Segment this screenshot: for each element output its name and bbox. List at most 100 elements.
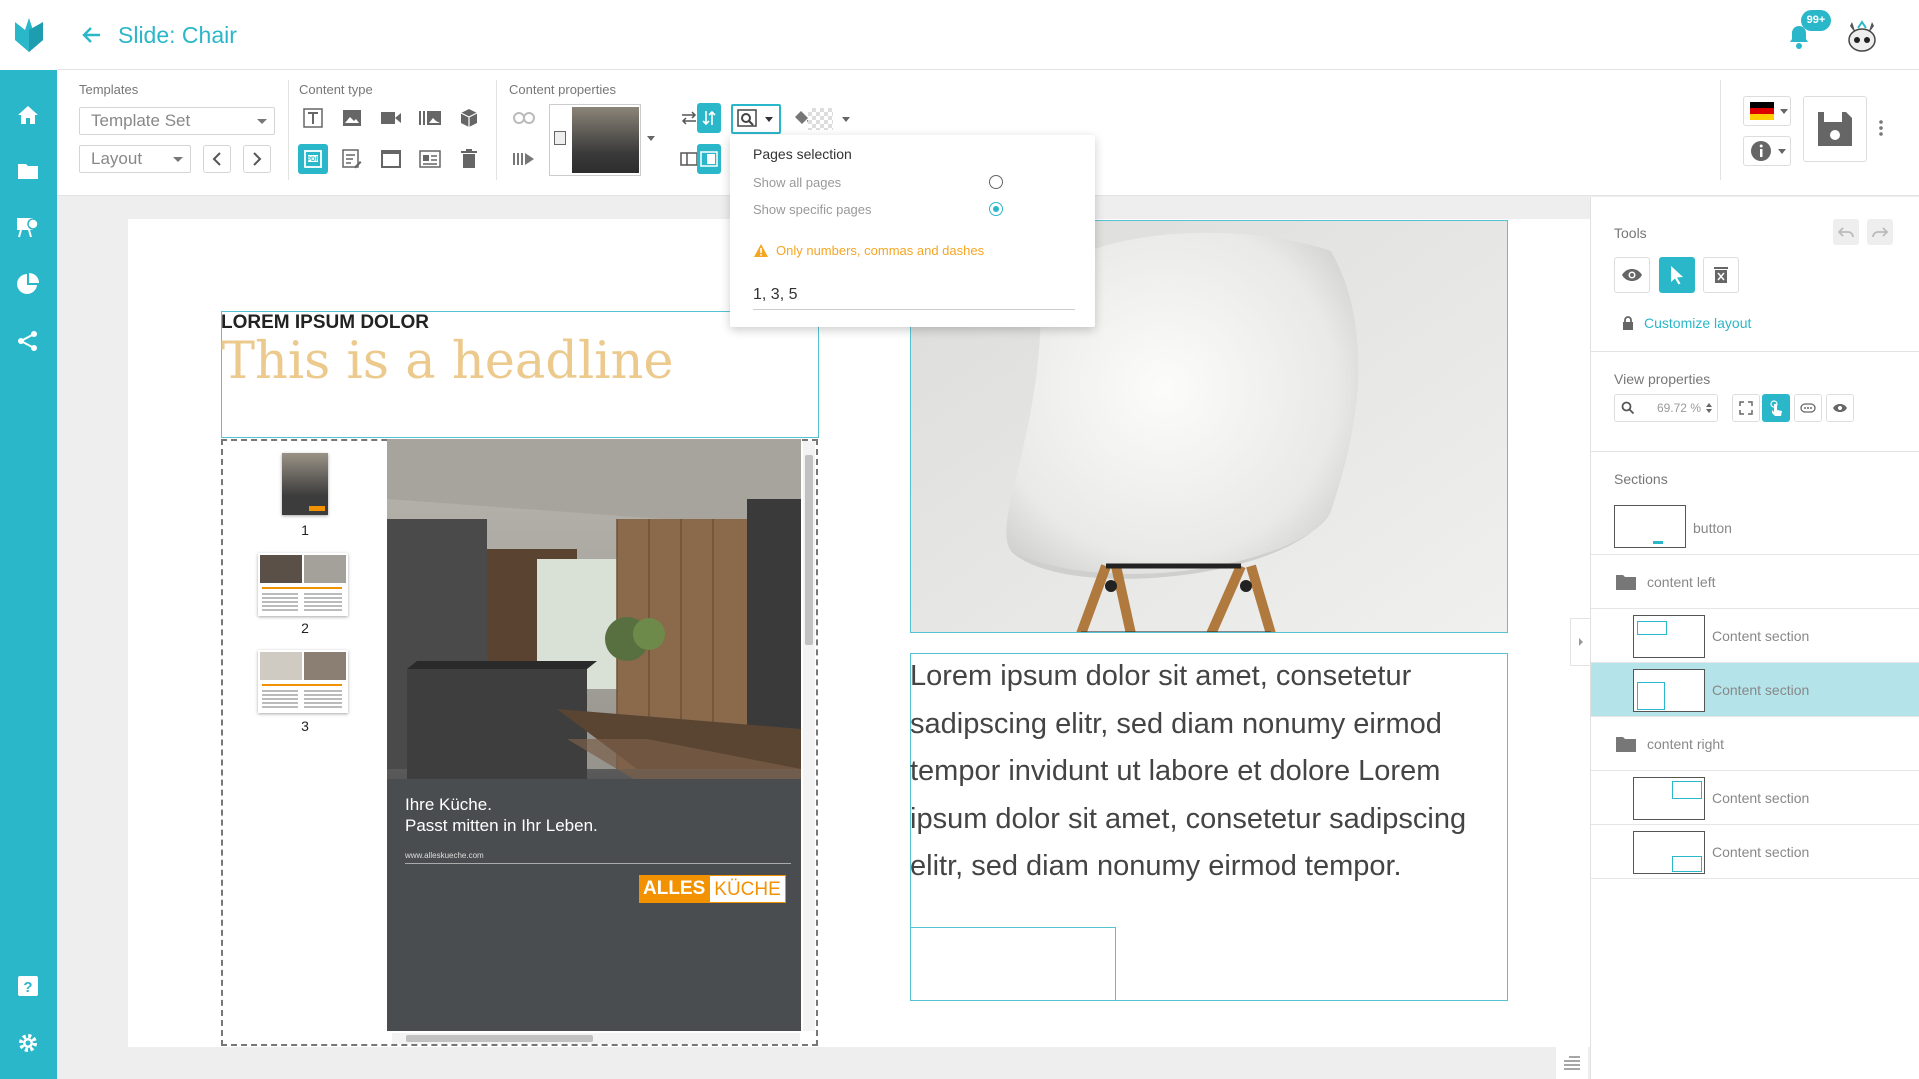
pdf-horizontal-scrollbar[interactable] bbox=[392, 1033, 800, 1044]
panel-toggle[interactable] bbox=[1570, 618, 1590, 666]
notification-badge: 99+ bbox=[1801, 10, 1831, 31]
pdf-file-icon bbox=[554, 131, 566, 145]
section-thumbnail bbox=[1633, 777, 1705, 820]
frame-type-icon[interactable] bbox=[376, 144, 406, 174]
background-fill-button[interactable] bbox=[792, 106, 858, 132]
pages-selection-button[interactable] bbox=[731, 104, 781, 134]
settings-icon[interactable] bbox=[13, 1028, 43, 1058]
section-row[interactable]: button bbox=[1591, 501, 1919, 555]
redo-icon[interactable] bbox=[1867, 219, 1893, 245]
back-arrow-icon[interactable] bbox=[80, 20, 106, 50]
save-button[interactable] bbox=[1803, 96, 1867, 162]
section-thumbnail bbox=[1633, 831, 1705, 874]
slideshow-icon[interactable] bbox=[509, 144, 539, 174]
show-specific-pages-radio[interactable] bbox=[989, 202, 1003, 216]
next-layout-button[interactable] bbox=[243, 145, 271, 173]
top-bar bbox=[0, 0, 1919, 70]
warning-icon bbox=[754, 244, 768, 257]
card-type-icon[interactable] bbox=[415, 144, 445, 174]
visibility-button[interactable] bbox=[1826, 394, 1854, 422]
touch-icon bbox=[1770, 400, 1782, 416]
touch-mode-button[interactable] bbox=[1762, 394, 1790, 422]
left-sidebar: ? bbox=[0, 70, 57, 1079]
fox-logo-icon bbox=[14, 18, 43, 52]
image-type-icon[interactable] bbox=[337, 103, 367, 133]
info-select[interactable] bbox=[1743, 136, 1791, 166]
transparent-swatch bbox=[808, 108, 833, 130]
undo-icon[interactable] bbox=[1833, 219, 1859, 245]
pdf-thumbnail[interactable] bbox=[258, 553, 348, 616]
menu-lines-icon bbox=[1564, 1056, 1580, 1070]
delete-content-icon[interactable] bbox=[454, 144, 484, 174]
eye-icon bbox=[1622, 269, 1642, 281]
video-type-icon[interactable] bbox=[376, 103, 406, 133]
info-icon bbox=[1751, 141, 1771, 161]
stepper-icon[interactable] bbox=[1705, 402, 1713, 414]
svg-text:?: ? bbox=[23, 979, 32, 996]
help-icon[interactable]: ? bbox=[13, 971, 43, 1001]
headline-text[interactable]: This is a headline bbox=[221, 332, 674, 391]
section-folder-row[interactable]: content right bbox=[1591, 717, 1919, 771]
link-icon[interactable] bbox=[509, 103, 539, 133]
avatar[interactable] bbox=[1844, 18, 1880, 54]
validation-warning: Only numbers, commas and dashes bbox=[776, 243, 985, 258]
zoom-field[interactable]: 69.72 % bbox=[1614, 394, 1718, 422]
folder-icon[interactable] bbox=[13, 156, 43, 186]
layout-split-active-icon[interactable] bbox=[697, 144, 721, 174]
pages-input[interactable]: 1, 3, 5 bbox=[753, 282, 1075, 310]
section-folder-row[interactable]: content left bbox=[1591, 555, 1919, 609]
swap-vertical-icon[interactable] bbox=[697, 103, 721, 133]
template-set-value: Template Set bbox=[91, 111, 191, 130]
content-properties-label: Content properties bbox=[509, 82, 616, 97]
customize-layout-link[interactable]: Customize layout bbox=[1644, 315, 1751, 331]
section-row[interactable]: Content section bbox=[1591, 663, 1919, 717]
delete-tool-button[interactable] bbox=[1703, 257, 1739, 293]
zoom-value: 69.72 % bbox=[1656, 401, 1701, 415]
lock-icon bbox=[1623, 316, 1633, 330]
section-row[interactable]: Content section bbox=[1591, 771, 1919, 825]
section-row[interactable]: Content section bbox=[1591, 609, 1919, 663]
share-icon[interactable] bbox=[13, 326, 43, 356]
pdf-preview-thumbnail[interactable] bbox=[549, 104, 641, 176]
show-specific-pages-label[interactable]: Show specific pages bbox=[753, 202, 872, 217]
show-all-pages-label[interactable]: Show all pages bbox=[753, 175, 841, 190]
section-label: Content section bbox=[1712, 682, 1810, 698]
section-label: button bbox=[1693, 520, 1732, 536]
app-logo[interactable] bbox=[0, 0, 57, 70]
preview-eye-button[interactable] bbox=[1614, 257, 1650, 293]
headline-kicker[interactable]: LOREM IPSUM DOLOR bbox=[221, 312, 429, 334]
folder-icon bbox=[1616, 737, 1636, 752]
popup-title: Pages selection bbox=[753, 146, 852, 162]
language-select[interactable] bbox=[1743, 96, 1791, 126]
pdf-type-icon[interactable]: PDF bbox=[298, 144, 328, 174]
3d-object-type-icon[interactable] bbox=[454, 103, 484, 133]
pdf-thumbnail[interactable] bbox=[282, 453, 328, 515]
tools-label: Tools bbox=[1614, 225, 1647, 241]
select-tool-button[interactable] bbox=[1659, 257, 1695, 293]
fullscreen-icon bbox=[1739, 401, 1753, 415]
body-text[interactable]: Lorem ipsum dolor sit amet, consetetur s… bbox=[910, 653, 1508, 891]
content-type-label: Content type bbox=[299, 82, 373, 97]
chart-icon[interactable] bbox=[13, 269, 43, 299]
layers-menu-button[interactable] bbox=[1556, 1047, 1588, 1079]
prev-layout-button[interactable] bbox=[203, 145, 231, 173]
template-set-select[interactable]: Template Set bbox=[79, 107, 275, 135]
pdf-thumbnail[interactable] bbox=[258, 650, 348, 713]
form-type-icon[interactable] bbox=[337, 144, 367, 174]
text-type-icon[interactable] bbox=[298, 103, 328, 133]
show-all-pages-radio[interactable] bbox=[989, 175, 1003, 189]
pdf-page-preview[interactable]: Ihre Küche. Passt mitten in Ihr Leben. w… bbox=[387, 439, 801, 1031]
home-icon[interactable] bbox=[13, 100, 43, 130]
pdf-vertical-scrollbar[interactable] bbox=[803, 441, 815, 1031]
layout-select[interactable]: Layout bbox=[79, 145, 191, 173]
section-label: Content section bbox=[1712, 844, 1810, 860]
more-view-button[interactable] bbox=[1794, 394, 1822, 422]
section-label: Content section bbox=[1712, 628, 1810, 644]
section-row[interactable]: Content section bbox=[1591, 825, 1919, 879]
fit-screen-button[interactable] bbox=[1732, 394, 1760, 422]
presentation-icon[interactable] bbox=[13, 213, 43, 243]
more-options-icon[interactable] bbox=[1879, 120, 1887, 144]
button-placeholder[interactable] bbox=[910, 927, 1116, 1001]
kitchen-photo bbox=[387, 439, 801, 1031]
gallery-type-icon[interactable] bbox=[415, 103, 445, 133]
